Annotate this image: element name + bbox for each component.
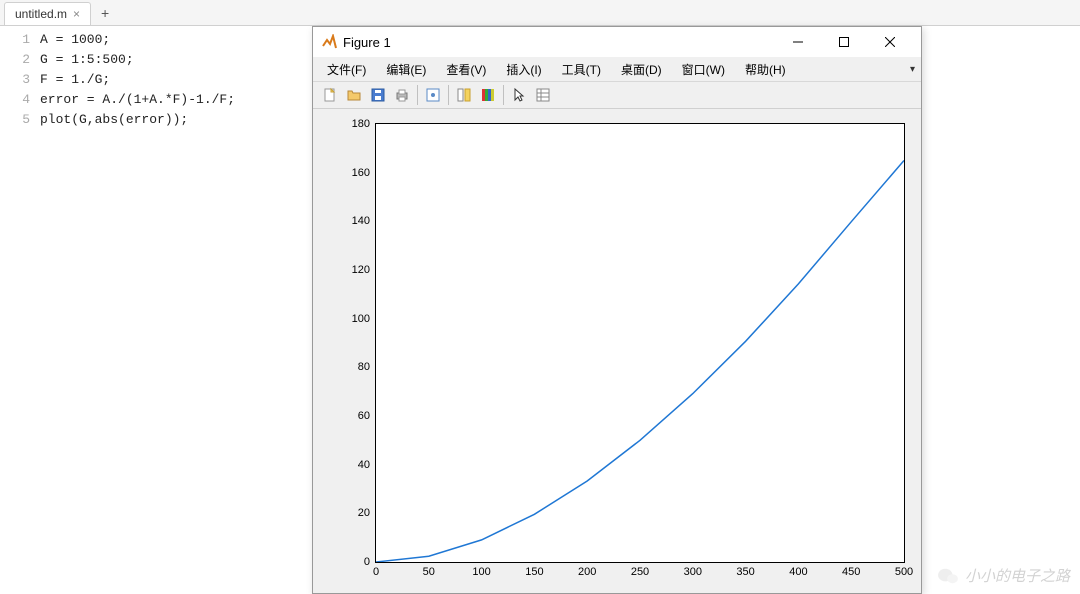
code-line[interactable]: error = A./(1+A.*F)-1./F; [40, 90, 235, 110]
x-tick-label: 350 [736, 562, 754, 578]
x-tick-label: 450 [842, 562, 860, 578]
tab-filename: untitled.m [15, 7, 67, 21]
x-tick-label: 500 [895, 562, 913, 578]
minimize-button[interactable] [775, 27, 821, 57]
x-tick-label: 0 [373, 562, 379, 578]
y-tick-label: 100 [352, 313, 376, 325]
tab-add-button[interactable]: + [91, 1, 119, 25]
toolbar-separator [503, 85, 504, 105]
open-icon[interactable] [343, 84, 365, 106]
save-icon[interactable] [367, 84, 389, 106]
line-number: 5 [0, 110, 30, 130]
close-button[interactable] [867, 27, 913, 57]
y-tick-label: 40 [358, 459, 376, 471]
datacursor-icon[interactable] [422, 84, 444, 106]
axes[interactable]: 0204060801001201401601800501001502002503… [375, 123, 905, 563]
editor-tab-bar: untitled.m × + [0, 0, 1080, 26]
y-tick-label: 20 [358, 507, 376, 519]
y-tick-label: 60 [358, 410, 376, 422]
menu-desktop[interactable]: 桌面(D) [615, 59, 668, 80]
chart-line [376, 124, 904, 562]
menu-overflow-icon[interactable]: ▾ [910, 64, 915, 75]
watermark-text: 小小的电子之路 [965, 565, 1070, 586]
code-line[interactable]: F = 1./G; [40, 70, 235, 90]
menu-help[interactable]: 帮助(H) [739, 59, 792, 80]
y-tick-label: 160 [352, 167, 376, 179]
pointer-icon[interactable] [508, 84, 530, 106]
line-number: 4 [0, 90, 30, 110]
toolbar-separator [448, 85, 449, 105]
colorbar-icon[interactable] [477, 84, 499, 106]
figure-title: Figure 1 [343, 35, 775, 50]
figure-titlebar[interactable]: Figure 1 [313, 27, 921, 57]
new-icon[interactable] [319, 84, 341, 106]
x-tick-label: 300 [684, 562, 702, 578]
line-number: 3 [0, 70, 30, 90]
menu-file[interactable]: 文件(F) [321, 59, 372, 80]
y-tick-label: 140 [352, 215, 376, 227]
menu-edit[interactable]: 编辑(E) [380, 59, 432, 80]
print-icon[interactable] [391, 84, 413, 106]
linked-icon[interactable] [453, 84, 475, 106]
x-tick-label: 250 [631, 562, 649, 578]
code-line[interactable]: G = 1:5:500; [40, 50, 235, 70]
x-tick-label: 400 [789, 562, 807, 578]
line-number: 1 [0, 30, 30, 50]
menu-insert[interactable]: 插入(I) [500, 59, 547, 80]
x-tick-label: 50 [423, 562, 435, 578]
line-number: 2 [0, 50, 30, 70]
maximize-button[interactable] [821, 27, 867, 57]
code-line[interactable]: A = 1000; [40, 30, 235, 50]
matlab-icon [321, 34, 337, 50]
window-buttons [775, 27, 913, 57]
editor-tab[interactable]: untitled.m × [4, 2, 91, 25]
y-tick-label: 120 [352, 264, 376, 276]
x-tick-label: 100 [472, 562, 490, 578]
y-tick-label: 80 [358, 361, 376, 373]
gutter: 12345 [0, 30, 40, 130]
code-area[interactable]: A = 1000;G = 1:5:500;F = 1./G;error = A.… [40, 30, 235, 130]
x-tick-label: 200 [578, 562, 596, 578]
figure-menubar: 文件(F) 编辑(E) 查看(V) 插入(I) 工具(T) 桌面(D) 窗口(W… [313, 57, 921, 81]
plot-area[interactable]: 0204060801001201401601800501001502002503… [313, 109, 921, 593]
x-tick-label: 150 [525, 562, 543, 578]
wechat-icon [937, 567, 959, 585]
watermark: 小小的电子之路 [937, 565, 1070, 586]
toolbar-separator [417, 85, 418, 105]
menu-tools[interactable]: 工具(T) [556, 59, 607, 80]
menu-window[interactable]: 窗口(W) [676, 59, 731, 80]
menu-view[interactable]: 查看(V) [440, 59, 492, 80]
properties-icon[interactable] [532, 84, 554, 106]
figure-toolbar [313, 81, 921, 109]
code-line[interactable]: plot(G,abs(error)); [40, 110, 235, 130]
figure-window: Figure 1 文件(F) 编辑(E) 查看(V) 插入(I) 工具(T) 桌… [312, 26, 922, 594]
y-tick-label: 180 [352, 118, 376, 130]
tab-close-icon[interactable]: × [73, 7, 80, 21]
